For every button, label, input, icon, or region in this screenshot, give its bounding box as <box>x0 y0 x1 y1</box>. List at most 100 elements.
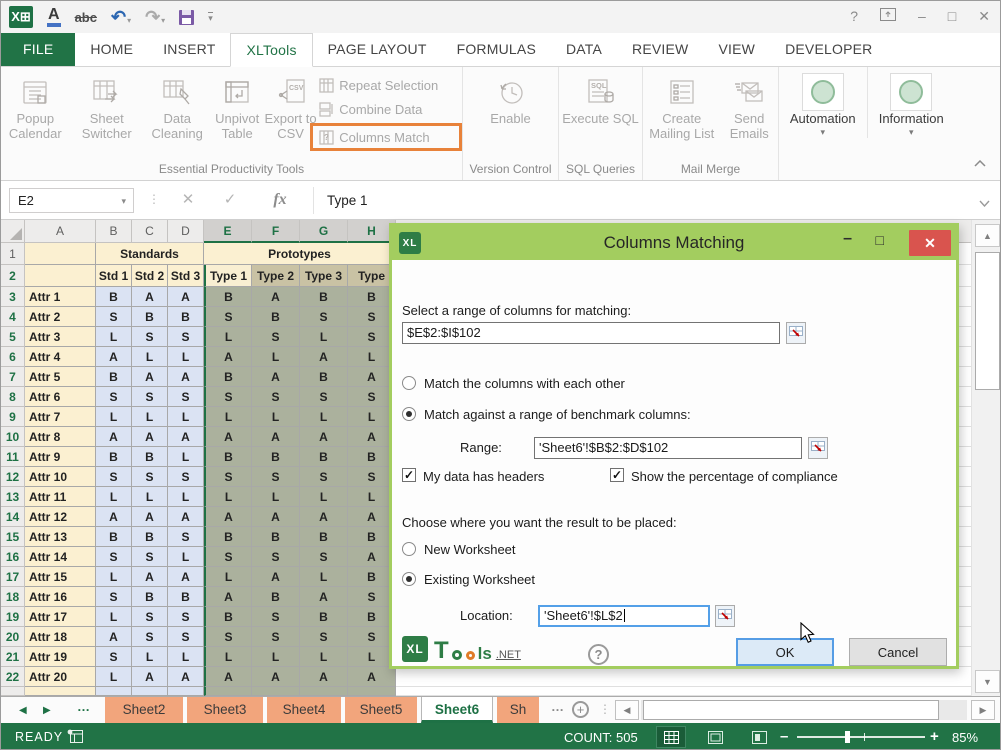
minimize-icon[interactable]: – <box>918 8 926 24</box>
cell-attr-label[interactable]: Attr 13 <box>25 527 96 547</box>
cell-standard-value[interactable]: A <box>132 287 168 307</box>
cell-standard-value[interactable]: L <box>96 567 132 587</box>
dialog-help-icon[interactable]: ? <box>588 644 609 665</box>
cell-prototype-value[interactable]: L <box>300 407 348 427</box>
cell-standard-value[interactable]: A <box>168 287 204 307</box>
column-header-E[interactable]: E <box>204 220 252 243</box>
merged-cell-prototypes[interactable]: Prototypes <box>204 243 396 265</box>
hscroll-right-icon[interactable]: ▶ <box>971 700 995 720</box>
cell-standard-value[interactable]: S <box>132 627 168 647</box>
cell-standard-value[interactable]: S <box>168 607 204 627</box>
cell-prototype-value[interactable]: S <box>252 607 300 627</box>
cell-standard-value[interactable]: B <box>96 527 132 547</box>
tab-formulas[interactable]: FORMULAS <box>442 33 551 66</box>
cell-std-header[interactable]: Std 1 <box>96 265 132 287</box>
cell-standard-value[interactable]: L <box>132 647 168 667</box>
cell-standard-value[interactable]: A <box>168 507 204 527</box>
cell-prototype-value[interactable]: S <box>252 547 300 567</box>
cell-prototype-value[interactable]: A <box>348 667 396 687</box>
tab-review[interactable]: REVIEW <box>617 33 703 66</box>
cell-standard-value[interactable]: A <box>96 427 132 447</box>
cell-type-header[interactable]: Type 2 <box>252 265 300 287</box>
cell-prototype-value[interactable]: A <box>300 347 348 367</box>
cell-standard-value[interactable]: L <box>96 607 132 627</box>
row-header-22[interactable]: 22 <box>1 667 25 687</box>
cell-attr-label[interactable]: Attr 5 <box>25 367 96 387</box>
cell-standard-value[interactable]: L <box>96 487 132 507</box>
zoom-in-icon[interactable]: + <box>930 728 939 745</box>
cell-prototype-value[interactable]: S <box>300 307 348 327</box>
zoom-slider[interactable] <box>797 736 925 738</box>
information-button[interactable]: Information ▾ <box>868 67 956 138</box>
cell-prototype-value[interactable]: B <box>252 447 300 467</box>
name-box-dropdown-icon[interactable]: ▾ <box>121 189 126 213</box>
cell-standard-value[interactable]: L <box>168 547 204 567</box>
enter-entry-icon[interactable]: ✓ <box>213 188 247 213</box>
xltools-logo[interactable]: XL T ls .NET <box>402 636 521 662</box>
cell-attr-label[interactable]: Attr 19 <box>25 647 96 667</box>
cell-prototype-value[interactable]: S <box>300 547 348 567</box>
zoom-out-icon[interactable]: – <box>780 728 788 745</box>
cell-prototype-value[interactable]: A <box>204 347 252 367</box>
cell-standard-value[interactable]: A <box>96 507 132 527</box>
tab-xltools[interactable]: XLTools <box>230 33 312 67</box>
cell-prototype-value[interactable]: L <box>300 327 348 347</box>
checkbox-percentage[interactable]: ✓ <box>610 468 624 482</box>
cell-standard-value[interactable]: S <box>168 527 204 547</box>
cell-prototype-value[interactable]: S <box>300 467 348 487</box>
cell-standard-value[interactable]: A <box>168 667 204 687</box>
cell-partial[interactable] <box>96 687 132 696</box>
cell-prototype-value[interactable]: S <box>252 387 300 407</box>
cell-prototype-value[interactable]: L <box>204 407 252 427</box>
cell-prototype-value[interactable]: B <box>252 307 300 327</box>
radio-existing-worksheet[interactable] <box>402 572 416 586</box>
cell-prototype-value[interactable]: L <box>300 647 348 667</box>
cell-prototype-value[interactable]: B <box>204 607 252 627</box>
cell-prototype-value[interactable]: A <box>300 507 348 527</box>
automation-button[interactable]: Automation ▾ <box>779 67 868 138</box>
cell-prototype-value[interactable]: L <box>204 647 252 667</box>
merged-cell-standards[interactable]: Standards <box>96 243 204 265</box>
cell-prototype-value[interactable]: B <box>300 367 348 387</box>
cell-std-header[interactable]: Std 2 <box>132 265 168 287</box>
cell-prototype-value[interactable]: A <box>252 507 300 527</box>
cell-prototype-value[interactable]: B <box>300 287 348 307</box>
sheet-tab-sheet4[interactable]: Sheet4 <box>267 697 341 723</box>
zoom-level[interactable]: 85% <box>952 730 978 745</box>
row-header-partial[interactable] <box>1 687 25 696</box>
row-header-18[interactable]: 18 <box>1 587 25 607</box>
ribbon-display-icon[interactable] <box>880 8 896 24</box>
cell-prototype-value[interactable]: A <box>204 587 252 607</box>
cell-standard-value[interactable]: L <box>132 347 168 367</box>
column-header-D[interactable]: D <box>168 220 204 243</box>
row-header-19[interactable]: 19 <box>1 607 25 627</box>
cell-attr-label[interactable]: Attr 15 <box>25 567 96 587</box>
sheet-tab-sheet6[interactable]: Sheet6 <box>421 697 493 723</box>
cell-prototype-value[interactable]: S <box>252 467 300 487</box>
cell-prototype-value[interactable]: B <box>252 527 300 547</box>
cell-standard-value[interactable]: L <box>96 407 132 427</box>
collapse-ribbon-icon[interactable] <box>974 154 986 172</box>
cell-prototype-value[interactable]: B <box>204 527 252 547</box>
radio-match-benchmark-label[interactable]: Match against a range of benchmark colum… <box>424 407 691 422</box>
cell-A2[interactable] <box>25 265 96 287</box>
tab-data[interactable]: DATA <box>551 33 617 66</box>
row-header-16[interactable]: 16 <box>1 547 25 567</box>
count-indicator[interactable]: COUNT: 505 <box>564 730 638 745</box>
tab-developer[interactable]: DEVELOPER <box>770 33 887 66</box>
redo-button[interactable]: ↷▾ <box>145 7 165 28</box>
tab-file[interactable]: FILE <box>1 33 75 66</box>
row-header-5[interactable]: 5 <box>1 327 25 347</box>
row-header-2[interactable]: 2 <box>1 265 25 287</box>
cell-standard-value[interactable]: A <box>132 507 168 527</box>
cell-partial[interactable] <box>300 687 348 696</box>
save-icon[interactable] <box>179 10 194 25</box>
row-header-12[interactable]: 12 <box>1 467 25 487</box>
cell-attr-label[interactable]: Attr 2 <box>25 307 96 327</box>
zoom-slider-thumb[interactable] <box>845 731 850 743</box>
send-emails-button[interactable]: Send Emails <box>720 67 778 141</box>
cell-attr-label[interactable]: Attr 7 <box>25 407 96 427</box>
cell-standard-value[interactable]: S <box>168 327 204 347</box>
cell-standard-value[interactable]: B <box>168 587 204 607</box>
cell-standard-value[interactable]: S <box>96 307 132 327</box>
